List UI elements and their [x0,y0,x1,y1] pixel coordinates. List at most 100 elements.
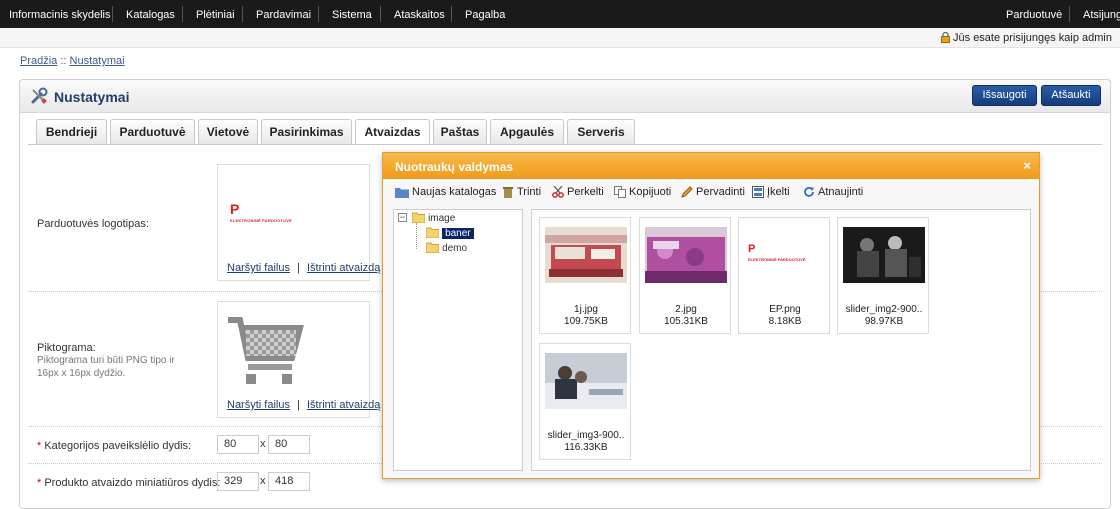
tree-item-demo[interactable]: demo [425,242,467,254]
rename-button[interactable]: Pervadinti [681,186,745,198]
file-tile[interactable]: slider_img3-900.. 116.33KB [539,343,631,460]
folder-icon [395,188,409,198]
tree-line [416,223,417,249]
nav-separator [242,6,243,22]
new-folder-button[interactable]: Naujas katalogas [395,186,496,198]
logo-thumbnail: P ELEKTRONINĖ PARDUOTUVĖ [744,227,826,283]
refresh-button[interactable]: Atnaujinti [803,186,863,198]
scissors-icon [552,185,564,198]
times-sign: x [260,438,266,450]
nav-separator [112,6,113,22]
file-tile[interactable]: 2.jpg 105.31KB [639,217,731,334]
nav-sales[interactable]: Pardavimai [256,9,311,21]
tab-image[interactable]: Atvaizdas [355,119,430,145]
login-status: Jūs esate prisijungęs kaip admin [941,32,1112,44]
save-button[interactable]: Išsaugoti [972,85,1037,106]
icon-image-box: Naršyti failus | Ištrinti atvaizdą [217,301,380,418]
cancel-button[interactable]: Atšaukti [1041,85,1101,106]
nav-separator [451,6,452,22]
file-size: 105.31KB [664,316,708,327]
nav-store[interactable]: Parduotuvė [1006,9,1062,21]
nav-catalog[interactable]: Katalogas [126,9,175,21]
folder-icon [425,227,440,239]
login-text: Jūs esate prisijungęs kaip admin [953,32,1112,44]
refresh-icon [804,187,814,197]
tree-root[interactable]: image [411,212,455,224]
upload-button[interactable]: Įkelti [752,186,790,198]
file-size: 109.75KB [564,316,608,327]
nav-separator [182,6,183,22]
dialog-header: Nuotraukų valdymas × [383,153,1039,179]
top-navigation: Informacinis skydelis Katalogas Plėtinia… [0,0,1120,28]
icon-browse-link[interactable]: Naršyti failus [227,399,290,411]
lock-icon [941,32,951,43]
tab-location[interactable]: Vietovė [198,119,258,144]
trash-icon [503,187,513,198]
nav-separator [1069,6,1070,22]
copy-icon [614,186,626,198]
pencil-icon [681,186,693,198]
file-name: 1j.jpg [574,304,598,315]
breadcrumb-current[interactable]: Nustatymai [70,55,125,67]
bedding-photo-thumbnail [645,227,727,283]
tools-icon [31,87,48,104]
tab-mail[interactable]: Paštas [433,119,487,144]
logo-delete-link[interactable]: Ištrinti atvaizdą [307,262,380,274]
category-height-input[interactable]: 80 [268,435,310,454]
icon-hint: Piktograma turi būti PNG tipo ir 16px x … [37,355,175,379]
tab-store[interactable]: Parduotuvė [110,119,195,144]
tab-server[interactable]: Serveris [567,119,635,144]
file-name: slider_img2-900.. [845,304,923,315]
product-height-input[interactable]: 418 [268,472,310,491]
icon-delete-link[interactable]: Ištrinti atvaizdą [307,399,380,411]
category-width-input[interactable]: 80 [217,435,259,454]
icon-actions: Naršyti failus | Ištrinti atvaizdą [227,399,380,411]
dialog-title: Nuotraukų valdymas [395,160,514,174]
file-tile[interactable]: 1j.jpg 109.75KB [539,217,631,334]
tab-divider [28,144,1102,145]
breadcrumb-separator: :: [60,55,67,67]
file-grid: 1j.jpg 109.75KB 2.jpg 105.31KB P ELEKTRO… [531,209,1031,471]
bedding-photo-thumbnail [545,227,627,283]
icon-label-group: Piktograma: Piktograma turi būti PNG tip… [37,342,197,380]
folder-tree: − image baner demo [393,209,523,471]
folder-icon [425,242,440,254]
icon-label: Piktograma: [37,342,96,354]
file-size: 8.18KB [768,316,802,327]
nav-help[interactable]: Pagalba [465,9,505,21]
nav-reports[interactable]: Ataskaitos [394,9,445,21]
file-tile[interactable]: P ELEKTRONINĖ PARDUOTUVĖ EP.png 8.18KB [738,217,830,334]
tab-option[interactable]: Pasirinkimas [261,119,352,144]
store-logo: P ELEKTRONINĖ PARDUOTUVĖ [230,201,292,223]
tab-general[interactable]: Bendrieji [36,119,107,144]
breadcrumb-home[interactable]: Pradžia [20,55,57,67]
file-tile[interactable]: slider_img2-900.. 98.97KB [837,217,929,334]
panel-header: Nustatymai Išsaugoti Atšaukti [20,80,1110,113]
file-size: 116.33KB [564,442,608,453]
collapse-toggle[interactable]: − [398,213,407,222]
nav-extensions[interactable]: Plėtiniai [196,9,235,21]
tree-item-baner[interactable]: baner [425,227,474,239]
close-icon[interactable]: × [1023,158,1031,173]
nav-dashboard[interactable]: Informacinis skydelis [9,9,110,21]
product-size-label: * Produkto atvaizdo miniatiūros dydis: [37,477,221,489]
nav-logout[interactable]: Atsijungti [1083,9,1120,21]
logo-actions: Naršyti failus | Ištrinti atvaizdą [227,262,380,274]
shopping-cart-icon [228,317,304,384]
action-divider: | [297,399,300,411]
category-size-label: * Kategorijos paveikslėlio dydis: [37,440,192,452]
nav-system[interactable]: Sistema [332,9,372,21]
tab-fraud[interactable]: Apgaulės [490,119,564,144]
logo-browse-link[interactable]: Naršyti failus [227,262,290,274]
action-divider: | [297,262,300,274]
file-name: EP.png [769,304,801,315]
delete-button[interactable]: Trinti [502,186,541,198]
move-button[interactable]: Perkelti [552,185,604,198]
folder-icon [411,212,426,224]
slider-photo-thumbnail [545,353,627,409]
page-title: Nustatymai [54,89,130,105]
copy-button[interactable]: Kopijuoti [614,186,671,198]
logo-label: Parduotuvės logotipas: [37,218,149,230]
product-width-input[interactable]: 329 [217,472,259,491]
logo-image-box: P ELEKTRONINĖ PARDUOTUVĖ Naršyti failus … [217,164,380,281]
